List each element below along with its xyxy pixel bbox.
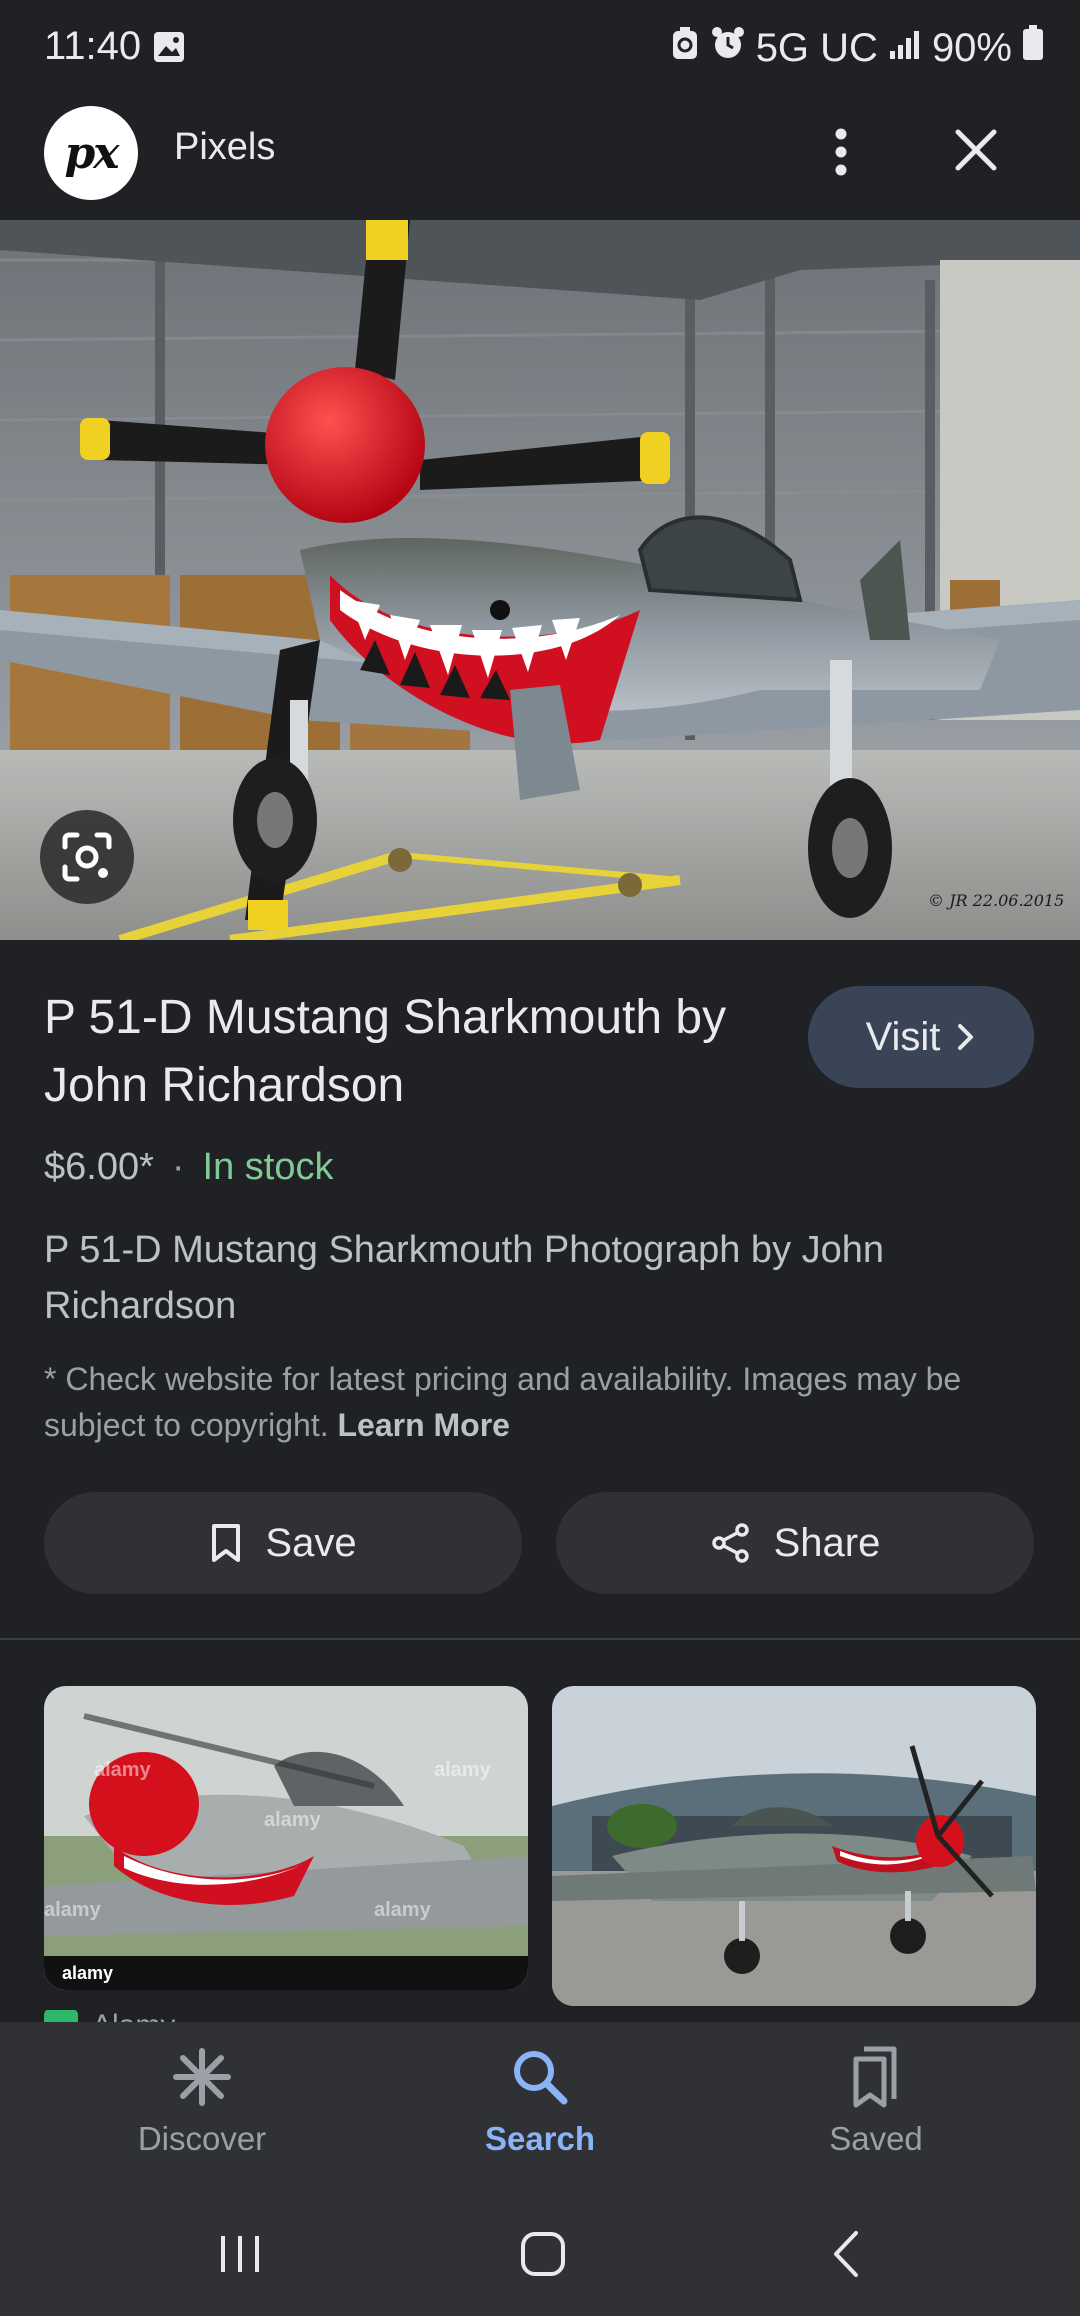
bookmark-icon [212, 1524, 241, 1562]
image-watermark: © JR 22.06.2015 [928, 891, 1064, 910]
price: $6.00* [44, 1146, 154, 1188]
asterisk-icon [72, 2042, 332, 2112]
svg-text:alamy: alamy [62, 1963, 113, 1983]
site-name[interactable]: Pixels [174, 126, 275, 169]
nav-search[interactable]: Search [410, 2042, 670, 2158]
alarm-icon [710, 25, 746, 71]
disclaimer: * Check website for latest pricing and a… [44, 1356, 1034, 1448]
nav-saved-label: Saved [829, 2120, 923, 2157]
svg-text:alamy: alamy [44, 1899, 102, 1921]
product-title: P 51-D Mustang Sharkmouth by John Richar… [44, 991, 727, 1112]
price-row: $6.00* · In stock [44, 1146, 334, 1189]
product-image[interactable]: © JR 22.06.2015 [0, 220, 1080, 940]
search-icon [410, 2042, 670, 2112]
signal-icon [888, 26, 922, 71]
learn-more-link[interactable]: Learn More [337, 1407, 509, 1443]
bottom-nav: Discover Search Saved [0, 2022, 1080, 2192]
gallery-icon [152, 30, 186, 69]
nav-saved[interactable]: Saved [746, 2042, 1006, 2158]
chevron-right-icon [958, 1024, 974, 1050]
system-nav-bar [0, 2192, 1080, 2316]
nav-discover-label: Discover [137, 2120, 267, 2157]
nav-search-label: Search [484, 2120, 596, 2157]
related-image[interactable] [552, 1686, 1036, 2006]
result-header: px Pixels [0, 96, 1080, 220]
separator-dot: · [171, 1146, 185, 1188]
share-icon [711, 1523, 749, 1563]
save-button-label: Save [265, 1520, 357, 1565]
stock-status: In stock [202, 1146, 334, 1188]
product-description: P 51-D Mustang Sharkmouth Photograph by … [44, 1229, 885, 1327]
recycle-icon [670, 26, 700, 71]
related-image[interactable]: alamy alamy alamy alamy alamy alamy [44, 1686, 528, 1990]
status-bar: 11:40 5G UC 90% [0, 0, 1080, 96]
site-logo-text: px [64, 127, 120, 179]
status-time: 11:40 [44, 24, 142, 68]
more-options-icon[interactable] [816, 120, 866, 184]
recents-icon[interactable] [200, 2222, 280, 2286]
visit-button[interactable]: Visit [808, 986, 1034, 1088]
lens-button[interactable] [40, 810, 134, 904]
lens-icon [62, 832, 112, 882]
status-indicators: 5G UC 90% [670, 24, 1044, 72]
bookmarks-icon [746, 2042, 1006, 2112]
battery-label: 90% [931, 25, 1012, 70]
home-icon[interactable] [503, 2222, 583, 2286]
svg-text:alamy: alamy [434, 1759, 492, 1781]
close-icon[interactable] [946, 118, 1006, 182]
save-button[interactable]: Save [44, 1492, 522, 1594]
svg-text:alamy: alamy [374, 1899, 432, 1921]
svg-text:alamy: alamy [264, 1809, 322, 1831]
network-label: 5G UC [755, 25, 878, 70]
nav-discover[interactable]: Discover [72, 2042, 332, 2158]
share-button-label: Share [773, 1520, 881, 1565]
svg-text:alamy: alamy [94, 1759, 152, 1781]
section-divider [0, 1638, 1080, 1640]
visit-button-label: Visit [865, 1014, 941, 1059]
share-button[interactable]: Share [556, 1492, 1034, 1594]
site-logo[interactable]: px [44, 106, 138, 200]
battery-icon [1022, 25, 1044, 71]
back-icon[interactable] [806, 2222, 886, 2286]
